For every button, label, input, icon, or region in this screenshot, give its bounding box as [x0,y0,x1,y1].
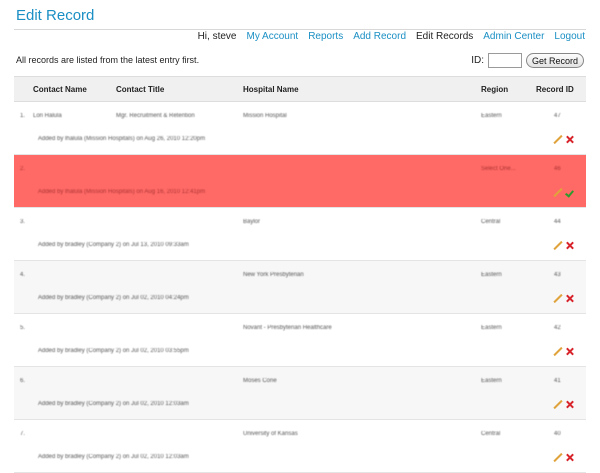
page-title: Edit Record [16,7,95,24]
header-record-id: Record ID [536,85,574,94]
row-hospital-name: Novant - Presbyterian Healthcare [243,325,332,331]
top-nav: Hi, steve My Account Reports Add Record … [188,31,585,45]
nav-add-record[interactable]: Add Record [353,31,406,45]
table-row[interactable]: 5. Novant - Presbyterian Healthcare East… [14,314,586,367]
title-divider [14,29,586,30]
nav-reports[interactable]: Reports [308,31,343,45]
row-number: 7. [20,431,26,437]
row-added-by: Added by bradley (Company 2) on Jul 13, … [38,242,189,248]
row-hospital-name: Moses Cone [243,378,277,384]
header-region: Region [481,85,509,94]
table-row[interactable]: 3. Baylor Central 44 Added by bradley (C… [14,208,586,261]
id-input[interactable] [487,53,522,68]
pencil-icon[interactable] [553,188,562,197]
table-row[interactable]: 4. New York Presbyterian Eastern 43 Adde… [14,261,586,314]
get-record-button[interactable]: Get Record [525,53,584,68]
pencil-icon[interactable] [553,294,562,303]
row-added-by: Added by bradley (Company 2) on Jul 02, … [38,401,189,407]
row-actions [553,135,574,144]
row-actions [553,294,574,303]
row-region: Eastern [481,378,502,384]
row-hospital-name: New York Presbyterian [243,272,304,278]
nav-edit-records: Edit Records [416,31,474,42]
row-added-by: Added by lhalula (Mission Hospitals) on … [38,136,206,142]
row-number: 5. [20,325,26,331]
records-table: Contact Name Contact Title Hospital Name… [14,76,586,473]
row-actions [553,241,574,250]
delete-icon[interactable] [565,294,574,303]
pencil-icon[interactable] [553,400,562,409]
nav-admin-center[interactable]: Admin Center [483,31,544,45]
row-contact-title: Mgr. Recruitment & Retention [116,113,195,119]
delete-icon[interactable] [565,347,574,356]
pencil-icon[interactable] [553,241,562,250]
row-added-by: Added by bradley (Company 2) on Jul 02, … [38,454,189,460]
id-label: ID: [471,55,484,66]
row-record-id: 40 [554,431,561,437]
header-contact-title: Contact Title [116,85,165,94]
row-record-id: 42 [554,325,561,331]
row-added-by: Added by lhalula (Mission Hospitals) on … [38,189,206,195]
row-record-id: 47 [554,113,561,119]
row-hospital-name: University of Kansas [243,431,298,437]
row-actions [553,453,574,462]
header-contact-name: Contact Name [33,85,87,94]
delete-icon[interactable] [565,135,574,144]
row-hospital-name: Mission Hospital [243,113,287,119]
nav-logout[interactable]: Logout [554,31,585,45]
row-region: Central [481,219,501,225]
delete-icon[interactable] [565,241,574,250]
row-region: Select One... [481,166,516,172]
row-number: 6. [20,378,26,384]
pencil-icon[interactable] [553,453,562,462]
row-number: 3. [20,219,26,225]
row-record-id: 46 [554,166,561,172]
row-added-by: Added by bradley (Company 2) on Jul 02, … [38,348,189,354]
pencil-icon[interactable] [553,347,562,356]
row-record-id: 43 [554,272,561,278]
delete-icon[interactable] [565,400,574,409]
table-row[interactable]: 7. University of Kansas Central 40 Added… [14,420,586,473]
row-record-id: 41 [554,378,561,384]
table-row-selected[interactable]: 2. Select One... 46 Added by lhalula (Mi… [14,155,586,208]
nav-my-account[interactable]: My Account [246,31,298,45]
row-actions [553,347,574,356]
page: Edit Record Hi, steve My Account Reports… [0,0,600,473]
row-actions [553,400,574,409]
row-record-id: 44 [554,219,561,225]
check-icon[interactable] [565,188,574,197]
row-region: Central [481,431,501,437]
row-region: Eastern [481,113,502,119]
row-region: Eastern [481,325,502,331]
row-contact-name: Lori Halula [33,113,62,119]
table-row[interactable]: 6. Moses Cone Eastern 41 Added by bradle… [14,367,586,420]
row-actions [553,188,574,197]
user-greeting: Hi, steve [197,31,237,42]
delete-icon[interactable] [565,453,574,462]
row-number: 1. [20,113,26,119]
row-region: Eastern [481,272,502,278]
table-header: Contact Name Contact Title Hospital Name… [14,76,586,102]
id-search: ID: Get Record [471,53,584,68]
list-note: All records are listed from the latest e… [16,55,200,65]
table-row[interactable]: 1. Lori Halula Mgr. Recruitment & Retent… [14,102,586,155]
row-added-by: Added by bradley (Company 2) on Jul 02, … [38,295,189,301]
row-number: 2. [20,166,26,172]
pencil-icon[interactable] [553,135,562,144]
row-hospital-name: Baylor [243,219,261,225]
row-number: 4. [20,272,26,278]
header-hospital-name: Hospital Name [243,85,299,94]
